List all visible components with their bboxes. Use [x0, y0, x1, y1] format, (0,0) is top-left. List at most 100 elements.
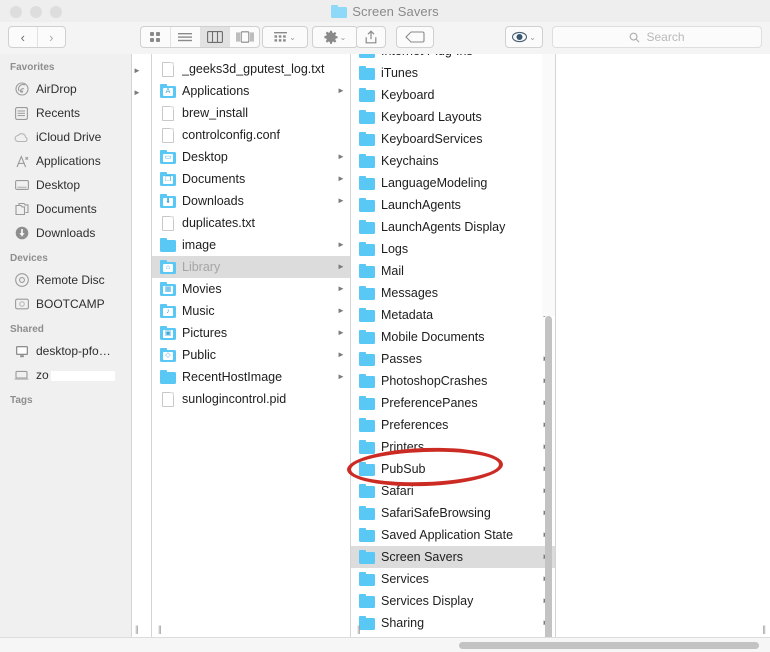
list-item[interactable]: Metadata► [351, 304, 555, 326]
chevron-down-icon: ⌄ [289, 32, 296, 42]
list-item[interactable]: _geeks3d_gputest_log.txt [152, 58, 350, 80]
sidebar-item-shared-computer-2[interactable]: zo [0, 363, 131, 387]
list-item[interactable]: Screen Savers► [351, 546, 555, 568]
list-item-label: Pictures [182, 326, 228, 340]
horizontal-scrollbar-thumb[interactable] [459, 642, 759, 649]
sidebar-item-icloud-drive[interactable]: iCloud Drive [0, 125, 131, 149]
list-item[interactable]: brew_install [152, 102, 350, 124]
list-item[interactable]: Services► [351, 568, 555, 590]
close-button[interactable] [10, 6, 22, 18]
list-item-label: duplicates.txt [182, 216, 255, 230]
search-input[interactable]: Search [646, 30, 684, 44]
scroll-track[interactable] [542, 54, 555, 316]
zoom-button[interactable] [50, 6, 62, 18]
list-item[interactable]: Passes► [351, 348, 555, 370]
list-item[interactable]: A Applications ► [152, 80, 350, 102]
forward-button[interactable]: › [38, 27, 66, 47]
sidebar-header-tags: Tags [10, 395, 33, 406]
list-item[interactable]: ▦ Movies ► [152, 278, 350, 300]
list-item[interactable]: PreferencePanes► [351, 392, 555, 414]
list-item[interactable]: Safari► [351, 480, 555, 502]
list-item[interactable]: Messages► [351, 282, 555, 304]
list-item[interactable]: Logs► [351, 238, 555, 260]
list-item[interactable]: Printers► [351, 436, 555, 458]
minimize-button[interactable] [30, 6, 42, 18]
list-item[interactable]: Keyboard► [351, 84, 555, 106]
list-item[interactable]: ◇ Public ► [152, 344, 350, 366]
sidebar-item-downloads[interactable]: Downloads [0, 221, 131, 245]
list-item-label: Metadata [381, 308, 434, 322]
list-item[interactable]: Services Display► [351, 590, 555, 612]
laptop-icon [14, 368, 29, 383]
tag-button[interactable] [396, 26, 434, 48]
share-button[interactable] [356, 26, 386, 48]
column-view-button[interactable] [200, 27, 231, 47]
sidebar-item-label: Applications [36, 154, 101, 168]
list-item[interactable]: sunlogincontrol.pid [152, 388, 350, 410]
list-item-partial[interactable]: Internet Plug-Ins► [351, 54, 555, 62]
column-resize-grip[interactable]: || [158, 625, 162, 634]
sidebar-item-applications[interactable]: Applications [0, 149, 131, 173]
list-item[interactable]: controlconfig.conf [152, 124, 350, 146]
column-3-empty[interactable]: || [556, 54, 770, 637]
sidebar-item-label: Remote Disc [36, 273, 105, 287]
sidebar-item-label: AirDrop [36, 82, 77, 96]
list-item[interactable]: PhotoshopCrashes► [351, 370, 555, 392]
sidebar-item-desktop-pfo[interactable]: desktop-pfo… [0, 339, 131, 363]
list-item[interactable]: duplicates.txt [152, 212, 350, 234]
column-0-partial[interactable]: ► ► || [132, 54, 152, 637]
list-item[interactable]: ► [132, 60, 151, 82]
list-view-button[interactable] [171, 27, 201, 47]
list-item[interactable]: LaunchAgents► [351, 194, 555, 216]
list-item[interactable]: ► [132, 82, 151, 104]
sidebar-item-documents[interactable]: Documents [0, 197, 131, 221]
vertical-scrollbar-thumb[interactable] [545, 316, 552, 637]
back-button[interactable]: ‹ [9, 27, 38, 47]
column-resize-grip[interactable]: || [357, 625, 361, 634]
list-item[interactable]: LaunchAgents Display► [351, 216, 555, 238]
list-item[interactable]: ❐ Documents ► [152, 168, 350, 190]
list-item[interactable]: ▣ Pictures ► [152, 322, 350, 344]
horizontal-scrollbar[interactable] [0, 637, 770, 652]
action-gear-button[interactable]: ⌄ [312, 26, 358, 48]
list-item[interactable]: Mail► [351, 260, 555, 282]
search-icon [630, 32, 640, 43]
quick-look-button[interactable]: ⌄ [505, 26, 543, 48]
folder-icon [359, 307, 375, 323]
search-field[interactable]: Search [552, 26, 762, 48]
folder-icon [359, 131, 375, 147]
column-resize-grip[interactable]: || [762, 625, 766, 634]
list-item[interactable]: Preferences► [351, 414, 555, 436]
list-item[interactable]: Mobile Documents [351, 326, 555, 348]
gallery-view-button[interactable] [230, 27, 259, 47]
column-2[interactable]: Internet Plug-Ins►iTunes►Keyboard►Keyboa… [351, 54, 556, 637]
sidebar-item-bootcamp[interactable]: BOOTCAMP [0, 292, 131, 316]
list-item[interactable]: PubSub► [351, 458, 555, 480]
list-item[interactable]: Sharing► [351, 612, 555, 634]
sidebar-item-label: Desktop [36, 178, 81, 192]
arrange-button[interactable]: ⌄ [262, 26, 308, 48]
list-item[interactable]: LanguageModeling► [351, 172, 555, 194]
sidebar-item-desktop[interactable]: Desktop [0, 173, 131, 197]
sidebar-item-airdrop[interactable]: AirDrop [0, 77, 131, 101]
list-item[interactable]: KeyboardServices► [351, 128, 555, 150]
disclosure-arrow-icon: ► [337, 328, 345, 337]
list-item-label: Applications [182, 84, 250, 98]
column-1[interactable]: _geeks3d_gputest_log.txt A Applications ► br… [152, 54, 351, 637]
list-item[interactable]: image ► [152, 234, 350, 256]
list-item[interactable]: RecentHostImage ► [152, 366, 350, 388]
list-item[interactable]: Saved Application State► [351, 524, 555, 546]
list-item[interactable]: ⬇ Downloads ► [152, 190, 350, 212]
column-resize-grip[interactable]: || [135, 625, 139, 634]
list-item[interactable]: Keychains► [351, 150, 555, 172]
sidebar[interactable]: Favorites AirDrop Recents iCloud Drive A… [0, 54, 131, 652]
list-item[interactable]: Keyboard Layouts► [351, 106, 555, 128]
list-item[interactable]: ▭ Desktop ► [152, 146, 350, 168]
icon-view-button[interactable] [141, 27, 171, 47]
sidebar-item-recents[interactable]: Recents [0, 101, 131, 125]
list-item[interactable]: ♪ Music ► [152, 300, 350, 322]
sidebar-item-remote-disc[interactable]: Remote Disc [0, 268, 131, 292]
list-item[interactable]: ⌂ Library ► [152, 256, 350, 278]
list-item[interactable]: iTunes► [351, 62, 555, 84]
list-item[interactable]: SafariSafeBrowsing► [351, 502, 555, 524]
